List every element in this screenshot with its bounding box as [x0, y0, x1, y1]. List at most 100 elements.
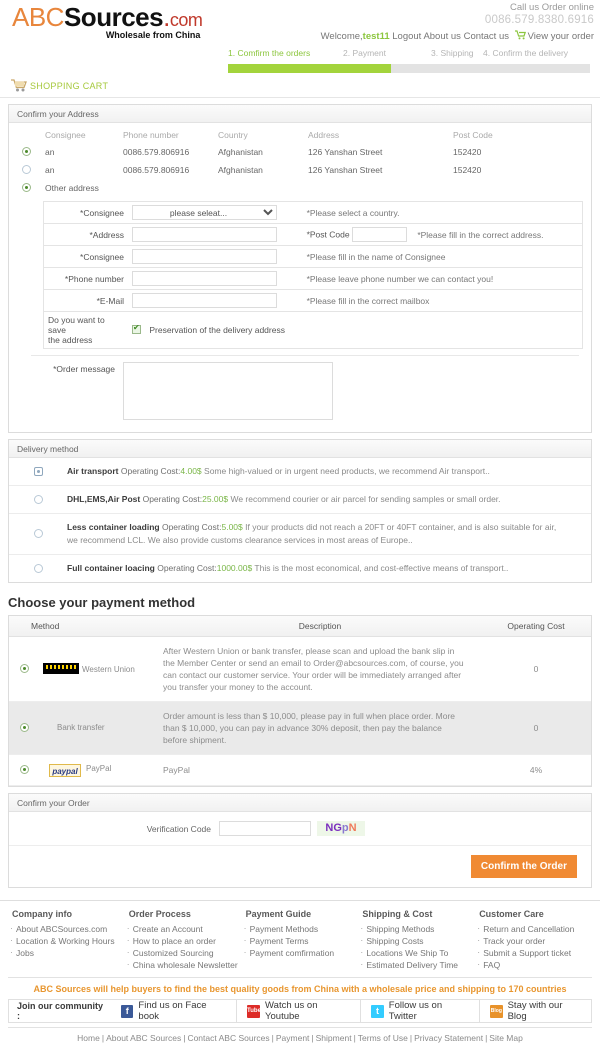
email-input[interactable] [132, 293, 277, 308]
step-1-notch [251, 59, 261, 64]
step-labels: 1. Comfirm the orders 2. Payment 3. Ship… [228, 48, 590, 62]
row-0-phone: 0086.579.806916 [121, 143, 216, 161]
site-logo[interactable]: ABCSources.com Wholesale from China [12, 4, 202, 40]
order-message-textarea[interactable] [123, 362, 333, 420]
bottom-nav-link-7[interactable]: Site Map [487, 1033, 525, 1043]
list-item[interactable]: China wholesale Newsletter [125, 959, 242, 971]
table-row[interactable]: Western Union After Western Union or ban… [9, 637, 591, 702]
address-table-header: Consignee Phone number Country Address P… [9, 127, 591, 143]
facebook-link[interactable]: f Find us on Face book [111, 999, 236, 1023]
row-1-postcode: 152420 [451, 161, 591, 179]
list-item[interactable]: Customized Sourcing [125, 947, 242, 959]
postcode-input[interactable] [352, 227, 407, 242]
payment-1-description: Order amount is less than $ 10,000, plea… [159, 702, 481, 755]
welcome-prefix: Welcome, [321, 31, 363, 42]
save-address-label-line1: Do you want to save [48, 315, 105, 335]
footer-slogan: ABC Sources will help buyers to find the… [8, 977, 592, 999]
payment-0-name: Western Union [82, 665, 135, 674]
blog-label: Stay with our Blog [508, 1000, 581, 1022]
list-item[interactable]: Payment Terms [242, 935, 359, 947]
about-us-link[interactable]: About us [423, 31, 461, 42]
contact-us-link[interactable]: Contact us [464, 31, 509, 42]
delivery-radio-0[interactable] [34, 467, 43, 476]
delivery-option-0[interactable]: Air transport Operating Cost:4.00$ Some … [9, 458, 591, 486]
other-address-label: Other address [43, 179, 591, 197]
list-item[interactable]: Return and Cancellation [475, 923, 592, 935]
consignee-hint: *Please fill in the name of Consignee [303, 246, 582, 268]
youtube-label: Watch us on Youtube [265, 1000, 350, 1022]
blog-link[interactable]: Blog Stay with our Blog [479, 999, 591, 1023]
confirm-order-title: Confirm your Order [9, 794, 591, 812]
delivery-radio-2[interactable] [34, 529, 43, 538]
col-address: Address [306, 127, 451, 143]
save-address-checkbox[interactable] [132, 325, 141, 334]
table-row[interactable]: paypalPayPal PayPal 4% [9, 755, 591, 786]
verification-code-label: Verification Code [9, 824, 219, 834]
list-item[interactable]: About ABCSources.com [8, 923, 125, 935]
other-address-row[interactable]: Other address [9, 179, 591, 197]
payment-radio-0[interactable] [20, 664, 29, 673]
footer-column-order-process: Order Process Create an Account How to p… [125, 907, 242, 971]
list-item[interactable]: Shipping Costs [358, 935, 475, 947]
delivery-3-name: Full container loacing [67, 563, 155, 573]
bottom-nav-link-1[interactable]: About ABC Sources [104, 1033, 183, 1043]
phone-input[interactable] [132, 271, 277, 286]
address-input[interactable] [132, 227, 277, 242]
list-item[interactable]: How to place an order [125, 935, 242, 947]
payment-radio-2[interactable] [20, 765, 29, 774]
logout-link[interactable]: Logout [392, 31, 421, 42]
confirm-address-title: Confirm your Address [9, 105, 591, 123]
form-row-country: *Consignee please seleat... *Please sele… [44, 202, 582, 224]
progress-bar-track [228, 64, 590, 73]
list-item[interactable]: Submit a Support ticket [475, 947, 592, 959]
list-item[interactable]: Payment comfirmation [242, 947, 359, 959]
address-radio-0[interactable] [22, 147, 31, 156]
list-item[interactable]: Location & Working Hours [8, 935, 125, 947]
table-row[interactable]: an 0086.579.806916 Afghanistan 126 Yansh… [9, 161, 591, 179]
address-hint: *Please fill in the correct address. [417, 230, 543, 240]
site-header: ABCSources.com Wholesale from China Call… [0, 0, 600, 48]
payment-radio-1[interactable] [20, 723, 29, 732]
payment-col-cost: Operating Cost [481, 616, 591, 637]
delivery-option-2[interactable]: Less container loading Operating Cost:5.… [9, 514, 591, 555]
other-address-radio[interactable] [22, 183, 31, 192]
list-item[interactable]: FAQ [475, 959, 592, 971]
captcha-part-1: NG [325, 822, 342, 834]
row-0-country: Afghanistan [216, 143, 306, 161]
bottom-nav-link-5[interactable]: Terms of Use [356, 1033, 410, 1043]
view-your-order-link[interactable]: View your order [528, 31, 594, 42]
bottom-nav-link-2[interactable]: Contact ABC Sources [185, 1033, 271, 1043]
twitter-link[interactable]: t Follow us on Twitter [360, 999, 479, 1023]
delivery-radio-3[interactable] [34, 564, 43, 573]
checkout-progress: 1. Comfirm the orders 2. Payment 3. Ship… [0, 48, 600, 78]
address-table: Consignee Phone number Country Address P… [9, 127, 591, 197]
delivery-radio-1[interactable] [34, 495, 43, 504]
delivery-option-3[interactable]: Full container loacing Operating Cost:10… [9, 555, 591, 582]
verification-code-input[interactable] [219, 821, 311, 836]
list-item[interactable]: Locations We Ship To [358, 947, 475, 959]
address-radio-1[interactable] [22, 165, 31, 174]
bottom-nav-link-3[interactable]: Payment [274, 1033, 312, 1043]
list-item[interactable]: Jobs [8, 947, 125, 959]
confirm-order-button[interactable]: Confirm the Order [471, 855, 577, 878]
country-select[interactable]: please seleat... [132, 205, 277, 220]
delivery-option-1[interactable]: DHL,EMS,Air Post Operating Cost:25.00$ W… [9, 486, 591, 514]
youtube-link[interactable]: Tube Watch us on Youtube [236, 999, 360, 1023]
list-item[interactable]: Create an Account [125, 923, 242, 935]
bottom-nav-link-6[interactable]: Privacy Statement [412, 1033, 485, 1043]
list-item[interactable]: Track your order [475, 935, 592, 947]
col-phone: Phone number [121, 127, 216, 143]
table-row[interactable]: Bank transfer Order amount is less than … [9, 702, 591, 755]
confirm-order-button-row: Confirm the Order [9, 846, 591, 887]
payment-table: Method Description Operating Cost Wester… [9, 616, 591, 786]
list-item[interactable]: Shipping Methods [358, 923, 475, 935]
list-item[interactable]: Estimated Delivery Time [358, 959, 475, 971]
list-item[interactable]: Payment Methods [242, 923, 359, 935]
table-row[interactable]: an 0086.579.806916 Afghanistan 126 Yansh… [9, 143, 591, 161]
consignee-input[interactable] [132, 249, 277, 264]
bottom-nav-link-0[interactable]: Home [75, 1033, 102, 1043]
captcha-image[interactable]: NGpN [317, 821, 365, 836]
order-message-row: *Order message [9, 356, 591, 426]
bottom-nav-link-4[interactable]: Shipment [314, 1033, 354, 1043]
footer-heading-2: Payment Guide [246, 909, 359, 919]
